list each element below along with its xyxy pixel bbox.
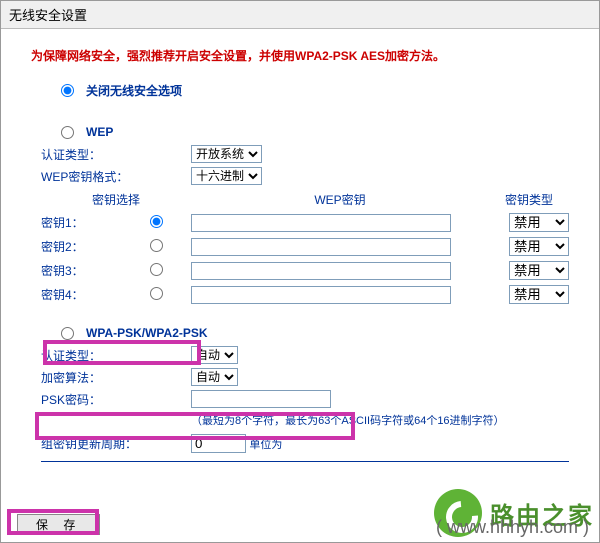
key4-label: 密钥4： bbox=[41, 286, 121, 303]
key2-type-select[interactable]: 禁用 bbox=[509, 237, 569, 256]
auth-type-label: 认证类型： bbox=[41, 146, 191, 163]
wep-key-format-select[interactable]: 十六进制 bbox=[191, 167, 262, 185]
key1-radio[interactable] bbox=[150, 215, 163, 228]
key1-type-select[interactable]: 禁用 bbox=[509, 213, 569, 232]
key3-input[interactable] bbox=[191, 262, 451, 280]
key4-radio[interactable] bbox=[150, 287, 163, 300]
key2-input[interactable] bbox=[191, 238, 451, 256]
radio-wpa-label: WPA-PSK/WPA2-PSK bbox=[86, 326, 208, 340]
wep-key-header: WEP密钥 bbox=[191, 191, 489, 208]
key4-input[interactable] bbox=[191, 286, 451, 304]
key1-input[interactable] bbox=[191, 214, 451, 232]
group-key-unit: 单位为 bbox=[249, 439, 282, 451]
key4-type-select[interactable]: 禁用 bbox=[509, 285, 569, 304]
save-button[interactable]: 保 存 bbox=[17, 514, 100, 535]
wpa-auth-label: 认证类型： bbox=[41, 347, 191, 364]
psk-password-input[interactable] bbox=[191, 390, 331, 408]
psk-hint: （最短为8个字符，最长为63个ASCII码字符或64个16进制字符） bbox=[191, 412, 505, 428]
radio-wep[interactable] bbox=[61, 126, 74, 139]
wpa-encrypt-select[interactable]: 自动 bbox=[191, 368, 238, 386]
auth-type-select[interactable]: 开放系统 bbox=[191, 145, 262, 163]
key2-radio[interactable] bbox=[150, 239, 163, 252]
radio-wpa-psk[interactable] bbox=[61, 327, 74, 340]
key3-radio[interactable] bbox=[150, 263, 163, 276]
warning-text: 为保障网络安全，强烈推荐开启安全设置，并使用WPA2-PSK AES加密方法。 bbox=[31, 47, 599, 64]
key3-label: 密钥3： bbox=[41, 262, 121, 279]
radio-disable-security[interactable] bbox=[61, 84, 74, 97]
group-key-input[interactable] bbox=[191, 434, 246, 453]
key2-label: 密钥2： bbox=[41, 238, 121, 255]
radio-disable-label: 关闭无线安全选项 bbox=[86, 82, 182, 99]
wep-key-format-label: WEP密钥格式： bbox=[41, 168, 191, 185]
divider bbox=[41, 461, 569, 462]
watermark-url: ( www.hhhyh.com ) bbox=[436, 517, 589, 538]
wpa-encrypt-label: 加密算法： bbox=[41, 369, 191, 386]
psk-password-label: PSK密码： bbox=[41, 391, 191, 408]
radio-wep-label: WEP bbox=[86, 125, 113, 139]
key-type-header: 密钥类型 bbox=[489, 191, 569, 208]
wpa-auth-select[interactable]: 自动 bbox=[191, 346, 238, 364]
key3-type-select[interactable]: 禁用 bbox=[509, 261, 569, 280]
window-title: 无线安全设置 bbox=[1, 1, 599, 29]
key1-label: 密钥1： bbox=[41, 214, 121, 231]
key-select-header: 密钥选择 bbox=[41, 191, 191, 208]
group-key-label: 组密钥更新周期： bbox=[41, 435, 191, 452]
